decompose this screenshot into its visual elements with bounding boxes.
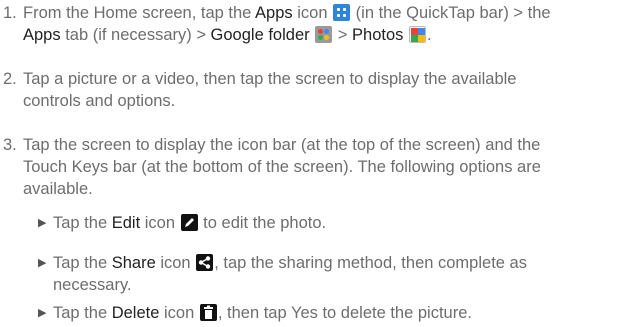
text-span: tab (if necessary) > (60, 26, 211, 44)
bullet-arrow-icon: ▶ (38, 257, 47, 269)
google-folder-label: Google folder (210, 26, 310, 44)
edit-label: Edit (111, 214, 141, 232)
step-line: controls and options. (23, 92, 176, 110)
step-number: 3. (3, 136, 17, 154)
step-line: Tap a picture or a video, then tap the s… (23, 70, 517, 88)
step-text: Tap a picture or a video, then tap the s… (23, 68, 623, 112)
text-span: . (427, 26, 432, 44)
share-icon (196, 254, 214, 271)
delete-label: Delete (111, 304, 160, 322)
bullet-text: Tap the Edit icon to edit the photo. (53, 212, 613, 234)
step-number: 2. (3, 70, 17, 88)
step-line: Tap the screen to display the icon bar (… (23, 136, 541, 154)
bullet-text: Tap the Delete icon , then tap Yes to de… (53, 302, 613, 324)
apps-grid-icon (333, 4, 351, 21)
text-span: icon (292, 4, 333, 22)
step-line: From the Home screen, tap the Apps icon … (23, 2, 623, 24)
bullet-text: Tap the Share icon , tap the sharing met… (53, 252, 613, 296)
pencil-icon (180, 214, 198, 231)
photos-icon (409, 26, 426, 43)
bullet-line: necessary. (53, 276, 132, 294)
text-span: Tap the (53, 214, 112, 232)
step-line: Apps tab (if necessary) > Google folder … (23, 24, 623, 46)
step-number: 1. (3, 4, 17, 22)
instruction-document: 1. From the Home screen, tap the Apps ic… (0, 0, 632, 325)
bullet-arrow-icon: ▶ (38, 217, 47, 229)
step-line: available. (23, 180, 93, 198)
text-span: Tap the (53, 254, 112, 272)
text-span: (in the QuickTap bar) > the (351, 4, 551, 22)
text-span: , tap the sharing method, then complete … (214, 254, 527, 272)
trash-icon (199, 304, 217, 321)
text-span: Tap the (53, 304, 112, 322)
text-span: From the Home screen, tap the (23, 4, 256, 22)
share-label: Share (111, 254, 156, 272)
text-span: icon (140, 214, 180, 232)
text-span: icon (159, 304, 199, 322)
step-line: Touch Keys bar (at the bottom of the scr… (23, 158, 541, 176)
text-span: to edit the photo. (198, 214, 327, 232)
text-span: > (333, 26, 353, 44)
bullet-line: Tap the Share icon , tap the sharing met… (53, 252, 613, 274)
step-text: From the Home screen, tap the Apps icon … (23, 2, 623, 46)
apps-label: Apps (255, 4, 293, 22)
text-span: , then tap Yes to delete the picture. (217, 304, 472, 322)
step-text: Tap the screen to display the icon bar (… (23, 134, 623, 200)
bullet-arrow-icon: ▶ (38, 307, 47, 319)
apps-tab-label: Apps (23, 26, 61, 44)
google-folder-icon (315, 26, 333, 43)
photos-label: Photos (352, 26, 404, 44)
text-span: icon (155, 254, 196, 272)
